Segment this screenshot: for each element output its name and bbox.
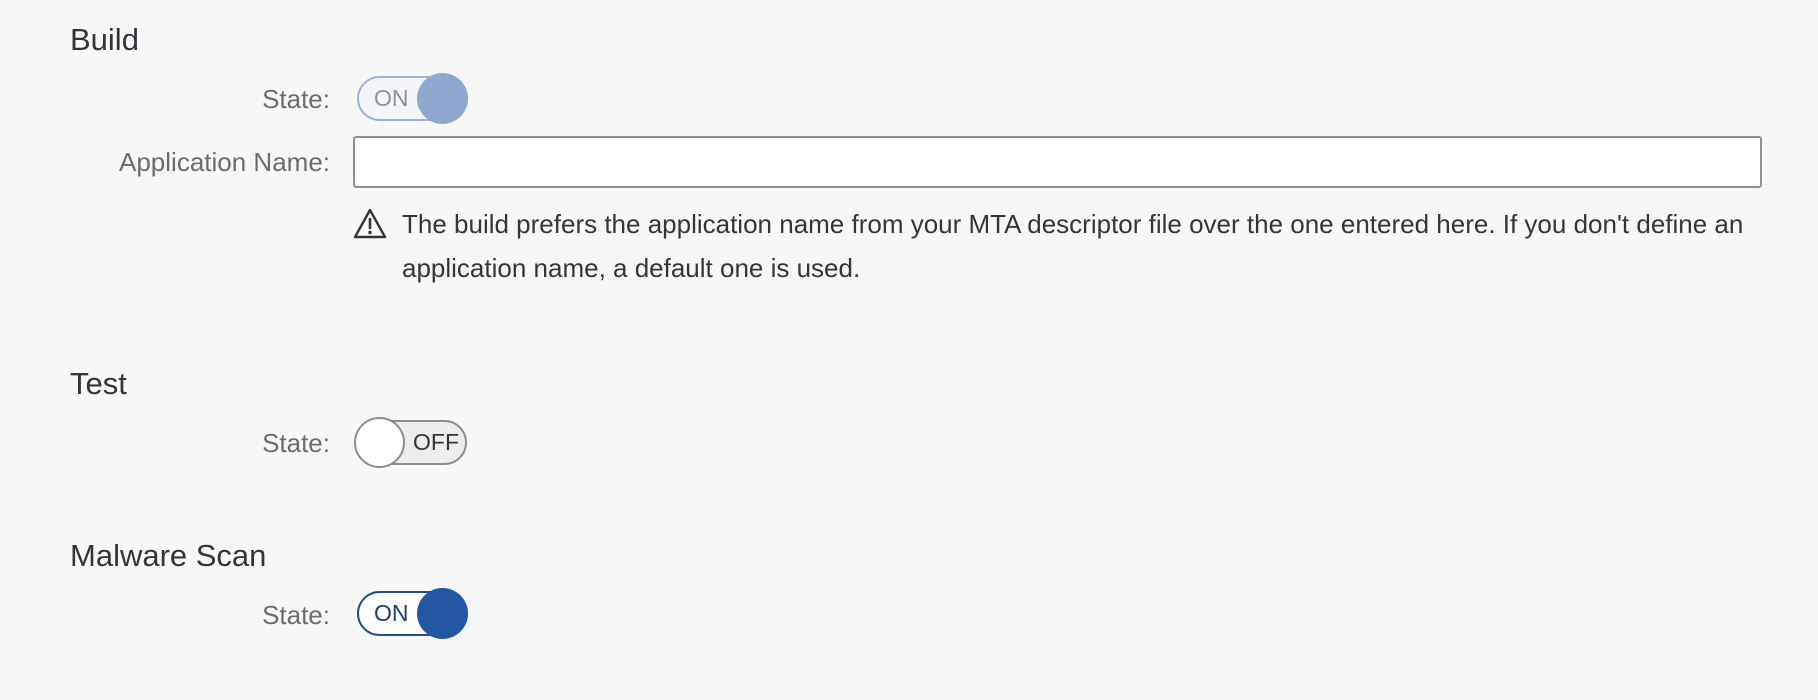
malware-scan-state-label: State:: [262, 600, 330, 630]
malware-scan-state-switch-knob: [417, 588, 468, 639]
warning-icon: [353, 208, 387, 239]
test-state-switch-knob: [354, 417, 405, 468]
malware-scan-state-switch[interactable]: ON: [355, 588, 468, 639]
malware-scan-section-title: Malware Scan: [70, 538, 267, 573]
test-state-label: State:: [262, 428, 330, 458]
build-state-switch-knob: [417, 73, 468, 124]
test-section-title: Test: [70, 366, 127, 401]
application-name-warning-text: The build prefers the application name f…: [402, 209, 1744, 283]
application-name-input[interactable]: [353, 136, 1762, 188]
build-state-label: State:: [262, 84, 330, 114]
application-name-label: Application Name:: [119, 147, 330, 177]
build-section-title: Build: [70, 22, 139, 57]
test-state-switch-text: OFF: [413, 429, 459, 455]
build-state-switch-text: ON: [374, 85, 409, 111]
build-state-switch[interactable]: ON: [355, 73, 468, 124]
malware-scan-state-switch-text: ON: [374, 600, 409, 626]
test-state-switch[interactable]: OFF: [354, 417, 468, 468]
